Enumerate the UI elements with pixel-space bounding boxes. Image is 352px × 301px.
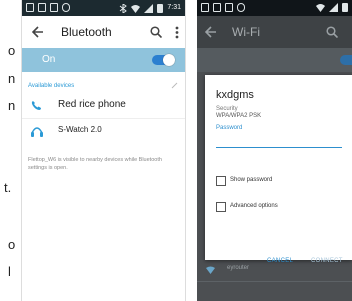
cancel-button[interactable]: CANCEL (267, 258, 293, 264)
message-icon (213, 3, 221, 12)
device-name: S-Watch 2.0 (58, 125, 102, 134)
text-fragment: n (8, 71, 16, 86)
status-bar: 7:31 (22, 0, 185, 16)
image-icon (26, 3, 34, 12)
page-title: Bluetooth (61, 25, 112, 39)
network-name: kxdgms (216, 89, 254, 101)
page-title: Wi-Fi (232, 25, 260, 39)
show-password-label: Show password (230, 177, 273, 183)
device-name: Red rice phone (58, 99, 126, 110)
wifi-screen: Wi-Fi kxdgms Security WPA/WPA2 PSK Passw… (197, 0, 352, 301)
wifi-switch-bar[interactable] (197, 48, 352, 72)
wifi-icon (131, 4, 141, 13)
divider (197, 281, 352, 282)
advanced-options-label: Advanced options (230, 203, 278, 209)
text-fragment: l (8, 264, 11, 279)
usb-icon (237, 3, 245, 12)
wifi-toggle[interactable] (340, 55, 352, 65)
status-time: 7:31 (167, 4, 181, 11)
password-label: Password (216, 125, 243, 131)
wifi-icon (316, 4, 325, 12)
battery-icon (157, 3, 164, 13)
section-header: Available devices (28, 83, 75, 89)
lock-icon (225, 3, 233, 12)
headset-icon (31, 127, 43, 137)
message-icon (38, 3, 46, 12)
status-bar (197, 0, 352, 16)
text-fragment: o (8, 237, 16, 252)
text-fragment: n (8, 98, 16, 113)
toolbar: Wi-Fi (197, 16, 352, 48)
more-vert-icon[interactable] (175, 26, 179, 39)
refresh-icon[interactable] (171, 82, 178, 89)
switch-label: On (42, 54, 56, 65)
phone-icon (31, 101, 41, 110)
list-item[interactable]: Red rice phone (22, 94, 185, 116)
connect-button[interactable]: CONNECT (311, 258, 343, 264)
battery-icon (342, 3, 348, 12)
network-item[interactable]: eyrouter (227, 265, 249, 271)
wifi-password-dialog: kxdgms Security WPA/WPA2 PSK Password Sh… (205, 75, 352, 264)
back-arrow-icon[interactable] (205, 26, 217, 38)
toolbar: Bluetooth (22, 16, 185, 48)
signal-icon (329, 3, 338, 12)
signal-icon (144, 3, 154, 13)
text-fragment: t. (4, 180, 12, 195)
bluetooth-switch-bar[interactable]: On (22, 48, 185, 72)
wifi-signal-icon (206, 266, 215, 274)
text-fragment: o (8, 43, 16, 58)
image-icon (201, 3, 209, 12)
divider (22, 118, 185, 119)
bluetooth-icon (120, 3, 128, 13)
show-password-checkbox[interactable] (216, 176, 226, 186)
security-value: WPA/WPA2 PSK (216, 113, 262, 119)
lock-icon (50, 3, 58, 12)
usb-icon (62, 3, 70, 12)
bluetooth-screen: 7:31 Bluetooth On Available devices Red … (21, 0, 186, 301)
advanced-options-checkbox[interactable] (216, 202, 226, 212)
search-icon[interactable] (150, 26, 162, 38)
back-arrow-icon[interactable] (32, 26, 44, 38)
toggle-knob (163, 54, 175, 66)
security-label: Security (216, 106, 238, 112)
password-field[interactable] (216, 135, 342, 148)
list-item[interactable]: S-Watch 2.0 (22, 120, 185, 142)
search-icon[interactable] (326, 26, 338, 38)
visibility-note: Flettop_W6 is visible to nearby devices … (28, 157, 162, 171)
